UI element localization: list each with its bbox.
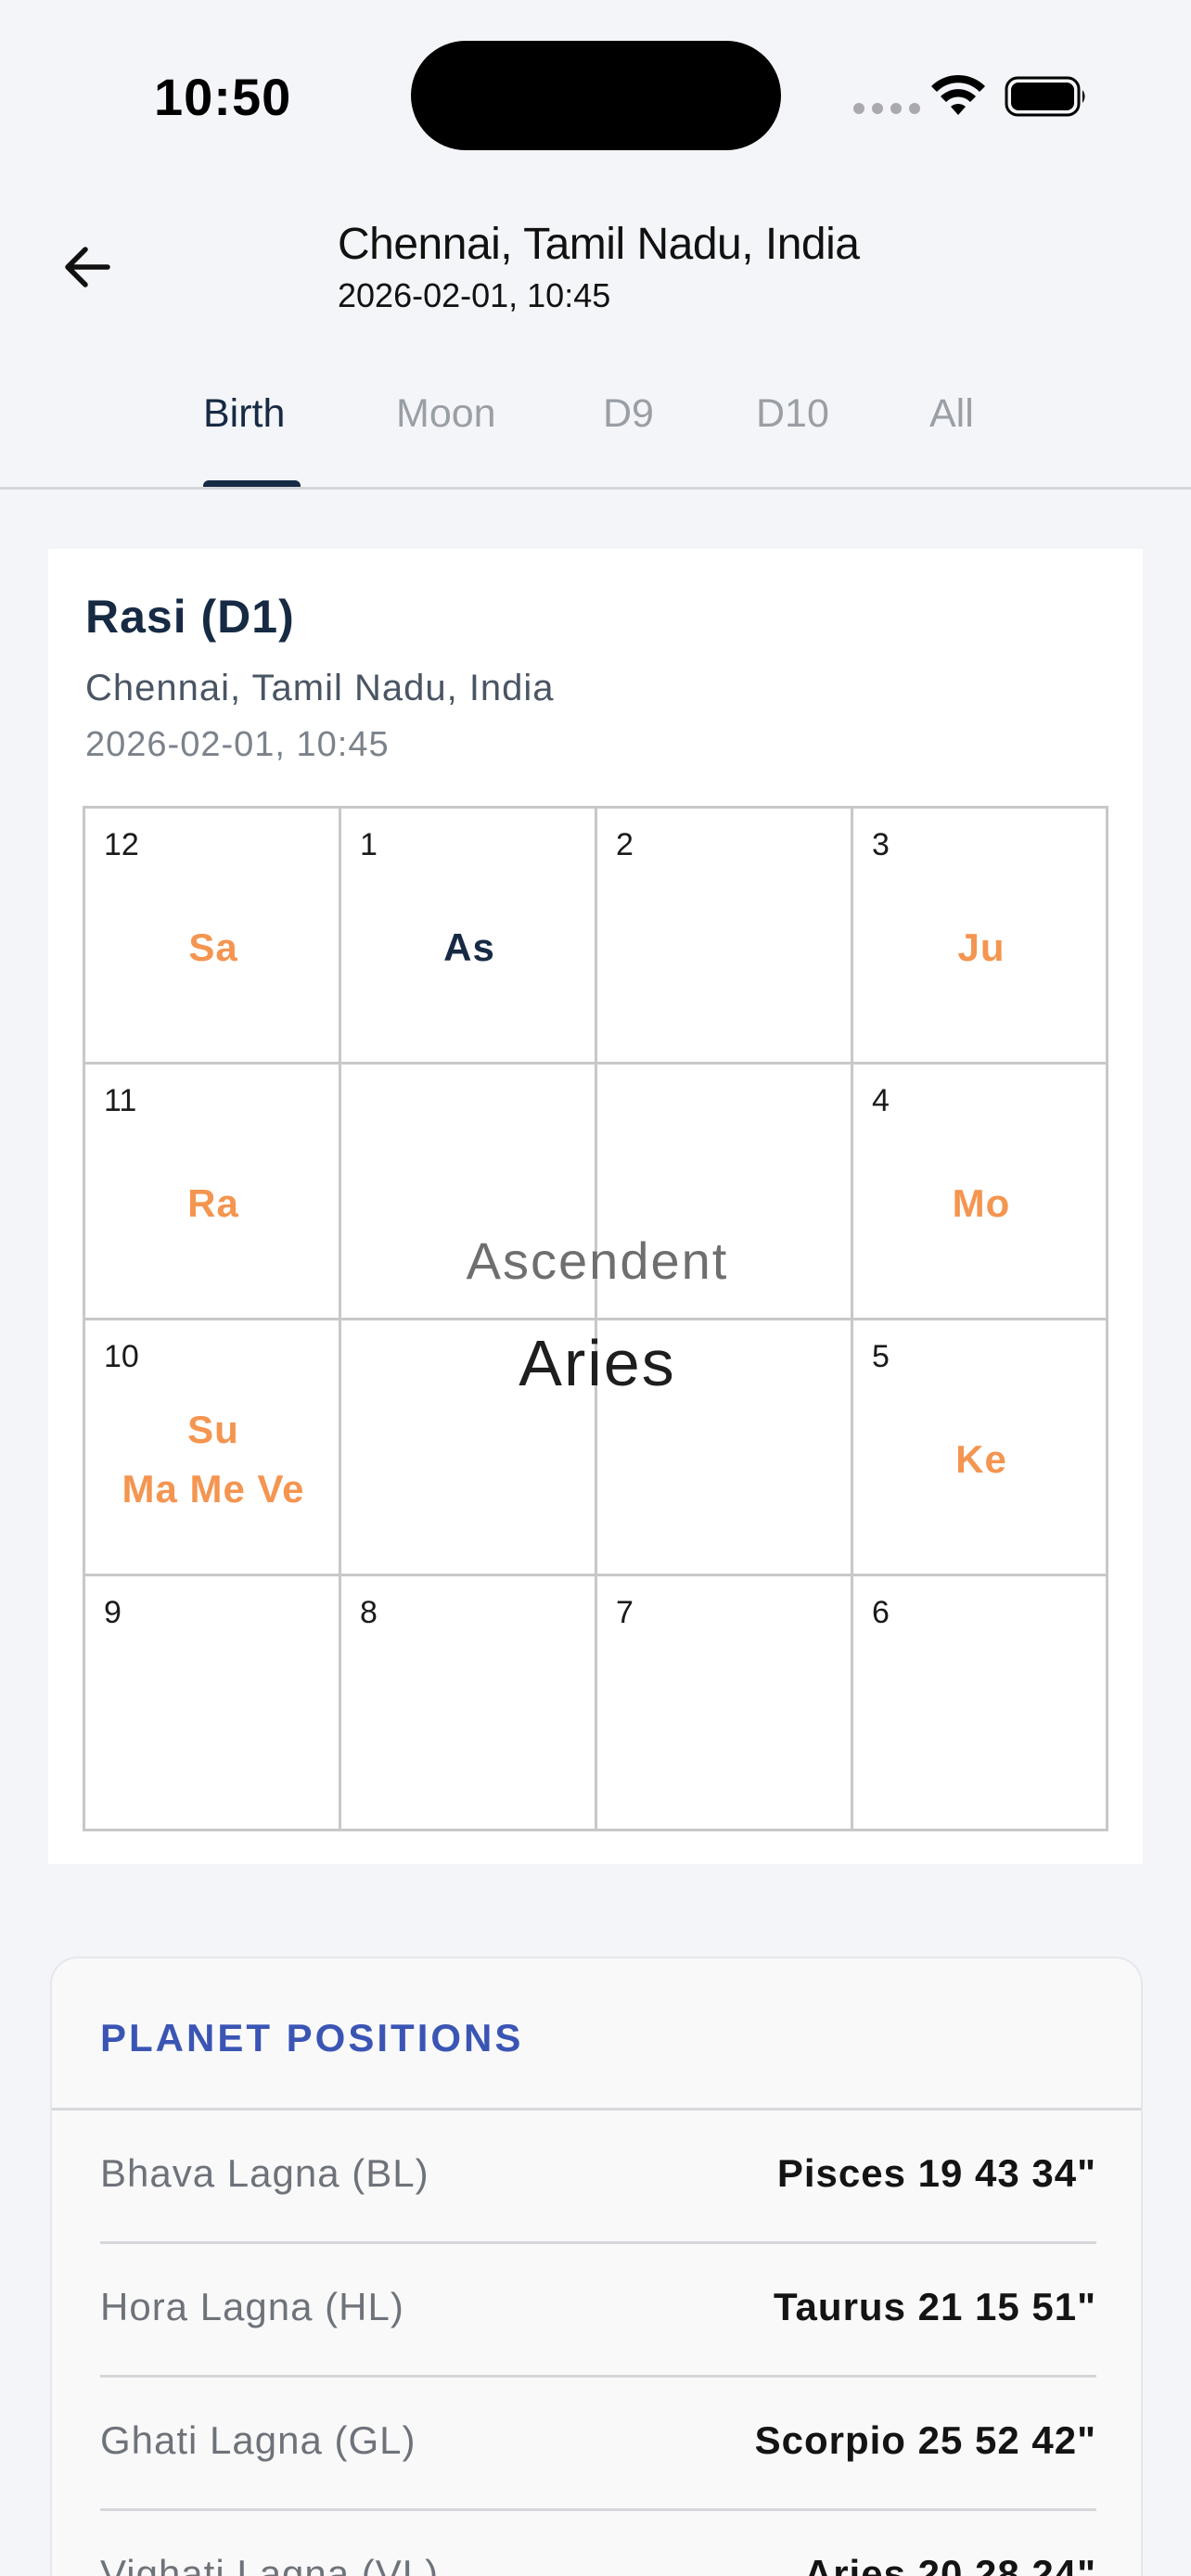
planet-label: Mo bbox=[952, 1181, 1011, 1225]
position-value: Taurus 21 15 51" bbox=[774, 2285, 1096, 2328]
house-planets: Sa bbox=[85, 809, 341, 1065]
battery-icon bbox=[1005, 76, 1085, 117]
chart-datetime: 2026-02-01, 10:45 bbox=[85, 725, 390, 764]
planet-label: Ju bbox=[957, 925, 1005, 969]
planet-positions-card: PLANET POSITIONS Bhava Lagna (BL) Pisces… bbox=[50, 1957, 1143, 2576]
tab-birth[interactable]: Birth bbox=[203, 391, 285, 437]
house-cell[interactable]: 12 Sa bbox=[85, 809, 341, 1065]
house-cell[interactable]: 5 Ke bbox=[853, 1320, 1109, 1576]
dynamic-island bbox=[411, 41, 781, 150]
center-ascendant-label: Ascendent bbox=[466, 1231, 729, 1290]
house-planets: Ju bbox=[853, 809, 1109, 1065]
tabs-divider bbox=[0, 487, 1191, 490]
planet-label: Ma Me Ve bbox=[122, 1467, 305, 1511]
header-title: Chennai, Tamil Nadu, India bbox=[338, 220, 860, 269]
house-cell[interactable]: 1 As bbox=[341, 809, 597, 1065]
house-number: 6 bbox=[872, 1595, 890, 1630]
position-name: Hora Lagna (HL) bbox=[100, 2285, 404, 2328]
planet-position-row: Bhava Lagna (BL) Pisces 19 43 34" bbox=[100, 2111, 1096, 2244]
status-bar: 10:50 bbox=[0, 0, 1191, 185]
ascendant-label: As bbox=[443, 925, 495, 969]
house-cell[interactable]: 4 Mo bbox=[853, 1065, 1109, 1320]
position-value: Aries 20 28 24" bbox=[803, 2552, 1096, 2576]
tab-moon[interactable]: Moon bbox=[396, 391, 496, 437]
rasi-chart-card: Rasi (D1) Chennai, Tamil Nadu, India 202… bbox=[48, 549, 1143, 1864]
house-planets: Mo bbox=[853, 1065, 1109, 1320]
rasi-chart-grid: 12 Sa 1 As 2 3 Ju 11 Ra 4 Mo 10 Su Ma Me… bbox=[83, 806, 1108, 1831]
house-number: 9 bbox=[104, 1595, 122, 1630]
tab-d9[interactable]: D9 bbox=[603, 391, 654, 437]
planet-label: Ra bbox=[187, 1181, 239, 1225]
house-planets: Ke bbox=[853, 1320, 1109, 1576]
chart-title: Rasi (D1) bbox=[85, 591, 295, 643]
header-subtitle: 2026-02-01, 10:45 bbox=[338, 276, 611, 314]
wifi-icon bbox=[931, 74, 985, 115]
tab-d10[interactable]: D10 bbox=[756, 391, 829, 437]
planet-label: Su bbox=[187, 1408, 239, 1451]
house-cell[interactable]: 6 bbox=[853, 1576, 1109, 1832]
position-name: Ghati Lagna (GL) bbox=[100, 2418, 416, 2462]
planet-label: Ke bbox=[955, 1437, 1007, 1481]
house-number: 7 bbox=[616, 1595, 634, 1630]
house-cell[interactable]: 2 bbox=[597, 809, 853, 1065]
house-planets: As bbox=[341, 809, 597, 1065]
status-time: 10:50 bbox=[154, 68, 292, 126]
planet-label: Sa bbox=[188, 925, 238, 969]
back-button[interactable] bbox=[50, 230, 124, 304]
chart-location: Chennai, Tamil Nadu, India bbox=[85, 668, 555, 708]
house-cell[interactable]: 8 bbox=[341, 1576, 597, 1832]
house-cell[interactable]: 11 Ra bbox=[85, 1065, 341, 1320]
house-number: 8 bbox=[360, 1595, 378, 1630]
arrow-left-icon bbox=[65, 247, 110, 287]
house-cell[interactable]: 3 Ju bbox=[853, 809, 1109, 1065]
chart-tabs: Birth Moon D9 D10 All bbox=[0, 380, 1191, 490]
planet-positions-heading: PLANET POSITIONS bbox=[100, 2016, 524, 2060]
house-cell[interactable]: 9 bbox=[85, 1576, 341, 1832]
position-name: Bhava Lagna (BL) bbox=[100, 2151, 429, 2195]
planet-position-row: Ghati Lagna (GL) Scorpio 25 52 42" bbox=[100, 2378, 1096, 2511]
cellular-signal-icon bbox=[853, 103, 920, 114]
position-name: Vighati Lagna (VL) bbox=[100, 2552, 440, 2576]
house-number: 2 bbox=[616, 827, 634, 862]
house-cell[interactable]: 10 Su Ma Me Ve bbox=[85, 1320, 341, 1576]
grid-line bbox=[341, 1318, 851, 1320]
tab-all[interactable]: All bbox=[929, 391, 974, 437]
planet-position-row: Vighati Lagna (VL) Aries 20 28 24" bbox=[100, 2511, 1096, 2576]
position-value: Scorpio 25 52 42" bbox=[754, 2418, 1096, 2462]
position-value: Pisces 19 43 34" bbox=[776, 2151, 1096, 2195]
house-cell[interactable]: 7 bbox=[597, 1576, 853, 1832]
house-planets: Ra bbox=[85, 1065, 341, 1320]
center-ascendant-sign: Aries bbox=[519, 1327, 676, 1399]
house-planets: Su Ma Me Ve bbox=[85, 1320, 341, 1576]
planet-position-row: Hora Lagna (HL) Taurus 21 15 51" bbox=[100, 2244, 1096, 2378]
